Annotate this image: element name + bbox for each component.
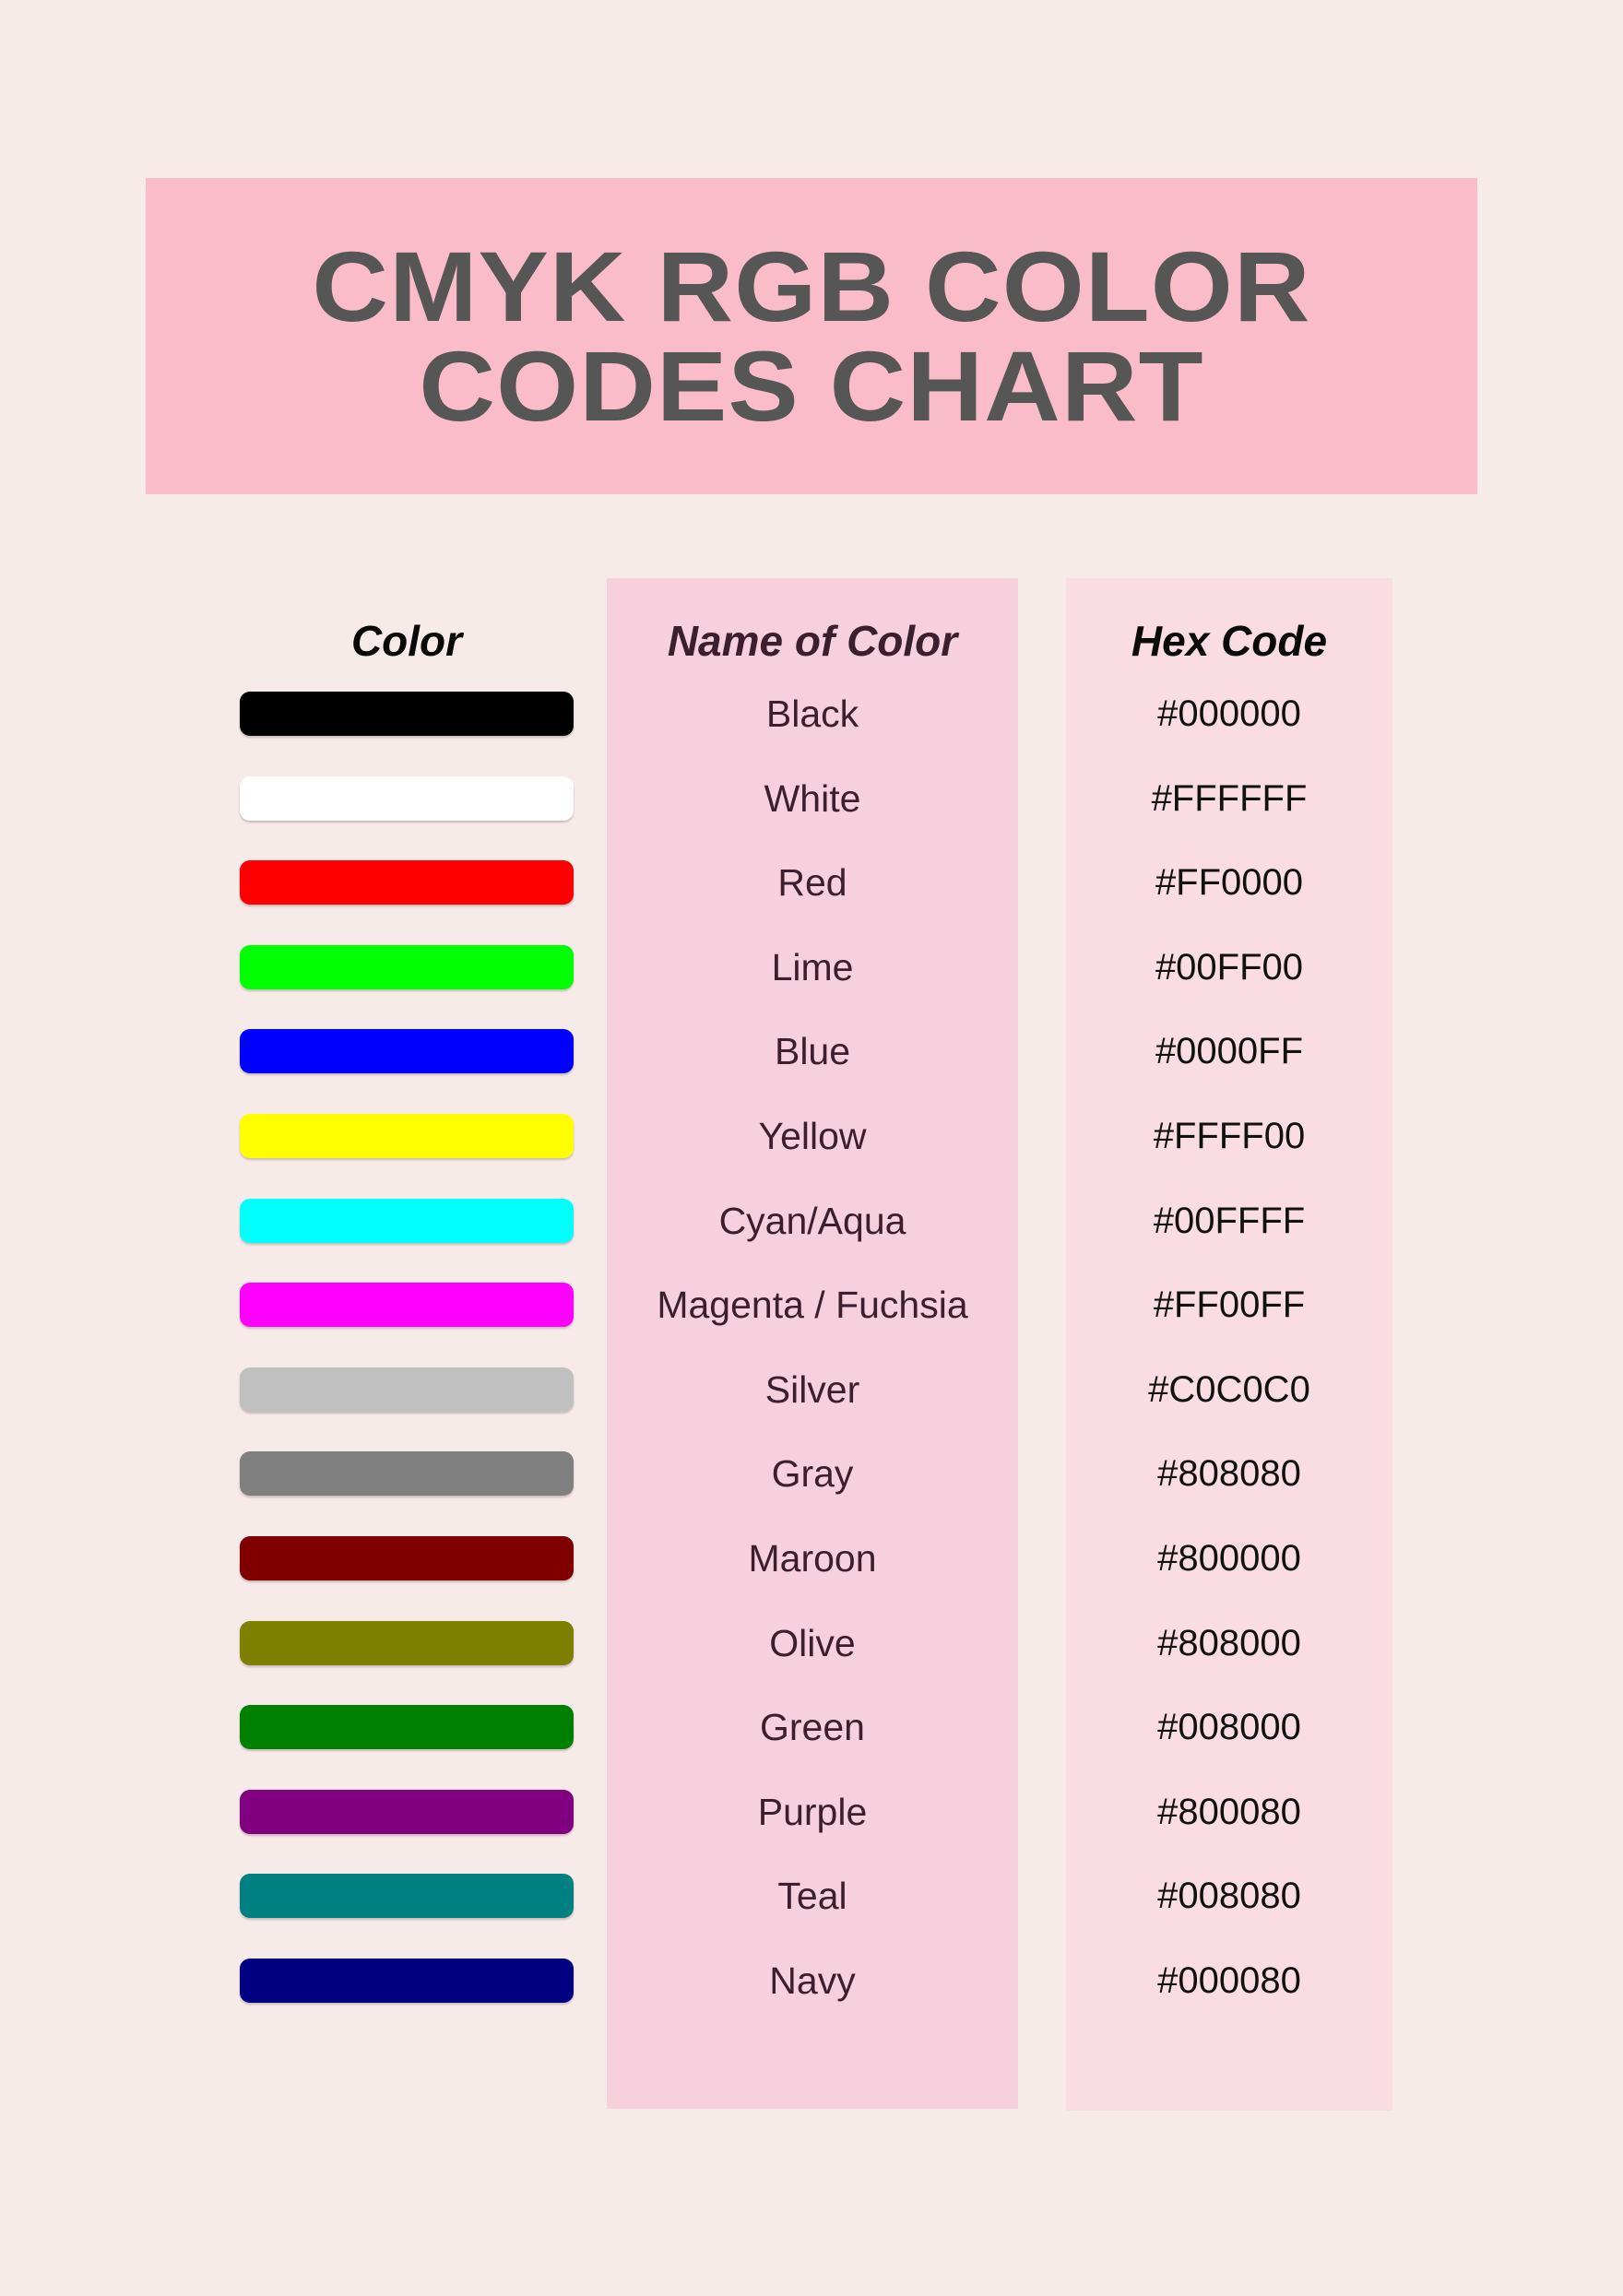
table-row: Olive #808000: [0, 1620, 1623, 1706]
table-row: Purple #800080: [0, 1789, 1623, 1875]
color-name-cell: Maroon: [748, 1536, 877, 1580]
hex-code-cell: #800000: [1157, 1537, 1301, 1579]
table-row: Red #FF0000: [0, 860, 1623, 945]
color-name-cell: White: [764, 776, 861, 820]
table-row: Teal #008080: [0, 1874, 1623, 1959]
hex-code-cell: #008080: [1157, 1876, 1301, 1917]
color-name-cell: Green: [760, 1706, 865, 1749]
color-name-cell: Yellow: [758, 1114, 867, 1157]
color-swatch: [240, 1198, 574, 1243]
color-swatch-cell: [240, 1198, 574, 1243]
color-name-cell: Cyan/Aqua: [718, 1199, 906, 1242]
color-swatch-cell: [240, 860, 574, 905]
color-name-cell: Navy: [769, 1959, 856, 2002]
color-name-cell: Blue: [774, 1030, 851, 1073]
column-header-hex: Hex Code: [1131, 617, 1328, 665]
color-swatch-cell: [240, 1283, 574, 1328]
color-swatch-cell: [240, 944, 574, 989]
hex-code-cell: #800080: [1157, 1791, 1301, 1832]
table-row: Navy #000080: [0, 1958, 1623, 2043]
color-swatch-cell: [240, 1029, 574, 1074]
table-row: Cyan/Aqua #00FFFF: [0, 1198, 1623, 1284]
color-swatch: [240, 1958, 574, 2003]
color-swatch-cell: [240, 1958, 574, 2003]
column-header-color: Color: [350, 617, 463, 665]
hex-code-cell: #000080: [1157, 1959, 1301, 2001]
color-swatch: [240, 1620, 574, 1665]
hex-code-cell: #808080: [1157, 1453, 1301, 1495]
color-swatch: [240, 944, 574, 989]
color-swatch-cell: [240, 1113, 574, 1158]
color-swatch: [240, 1367, 574, 1412]
color-swatch-cell: [240, 1451, 574, 1497]
table-row: Lime #00FF00: [0, 944, 1623, 1030]
color-name-cell: Lime: [771, 945, 854, 988]
hex-code-cell: #008000: [1157, 1707, 1301, 1748]
table-row: Blue #0000FF: [0, 1029, 1623, 1114]
hex-code-cell: #808000: [1157, 1622, 1301, 1663]
table-row: Gray #808080: [0, 1451, 1623, 1536]
color-swatch: [240, 1451, 574, 1497]
color-swatch-cell: [240, 1535, 574, 1580]
page-title: CMYK RGB Color Codes Chart: [312, 230, 1311, 442]
column-header-name: Name of Color: [667, 617, 958, 665]
color-name-cell: Olive: [769, 1621, 856, 1664]
table-row: Black #000000: [0, 692, 1623, 776]
color-swatch: [240, 860, 574, 905]
table-row: Green #008000: [0, 1705, 1623, 1790]
color-swatch-cell: [240, 1367, 574, 1412]
color-swatch: [240, 1874, 574, 1919]
table-row: Silver #C0C0C0: [0, 1367, 1623, 1452]
table-row: White #FFFFFF: [0, 775, 1623, 861]
color-name-cell: Black: [765, 692, 859, 735]
hex-code-cell: #00FFFF: [1153, 1200, 1306, 1241]
hex-code-cell: #FF0000: [1155, 862, 1304, 904]
color-name-cell: Purple: [757, 1790, 868, 1833]
color-swatch: [240, 1705, 574, 1750]
color-name-cell: Gray: [771, 1452, 854, 1496]
color-name-cell: Silver: [764, 1367, 860, 1411]
hex-code-cell: #FFFF00: [1153, 1115, 1306, 1156]
color-swatch: [240, 692, 574, 736]
hex-code-cell: #0000FF: [1155, 1031, 1304, 1072]
hex-code-cell: #FF00FF: [1153, 1284, 1306, 1326]
color-name-cell: Magenta / Fuchsia: [657, 1284, 968, 1327]
table-row: Yellow #FFFF00: [0, 1113, 1623, 1199]
table-row: Maroon #800000: [0, 1535, 1623, 1621]
color-swatch-cell: [240, 1620, 574, 1665]
color-swatch: [240, 1283, 574, 1328]
color-swatch-cell: [240, 775, 574, 821]
color-swatch: [240, 775, 574, 821]
color-swatch-cell: [240, 1705, 574, 1750]
table-header-row: Color Name of Color Hex Code: [0, 599, 1623, 682]
hex-code-cell: #FFFFFF: [1151, 777, 1308, 819]
color-swatch: [240, 1789, 574, 1834]
color-swatch-cell: [240, 1789, 574, 1834]
color-swatch: [240, 1535, 574, 1580]
table-row: Magenta / Fuchsia #FF00FF: [0, 1283, 1623, 1367]
color-swatch: [240, 1113, 574, 1158]
color-table-body: Black #000000 White #FFFFFF Red #FF0000 Lime #0…: [0, 692, 1623, 2043]
color-name-cell: Red: [777, 861, 847, 905]
title-banner: CMYK RGB Color Codes Chart: [146, 178, 1477, 494]
hex-code-cell: #000000: [1157, 693, 1301, 734]
hex-code-cell: #C0C0C0: [1148, 1368, 1310, 1410]
color-name-cell: Teal: [777, 1875, 847, 1918]
color-swatch-cell: [240, 692, 574, 736]
hex-code-cell: #00FF00: [1155, 946, 1304, 988]
color-swatch: [240, 1029, 574, 1074]
color-swatch-cell: [240, 1874, 574, 1919]
